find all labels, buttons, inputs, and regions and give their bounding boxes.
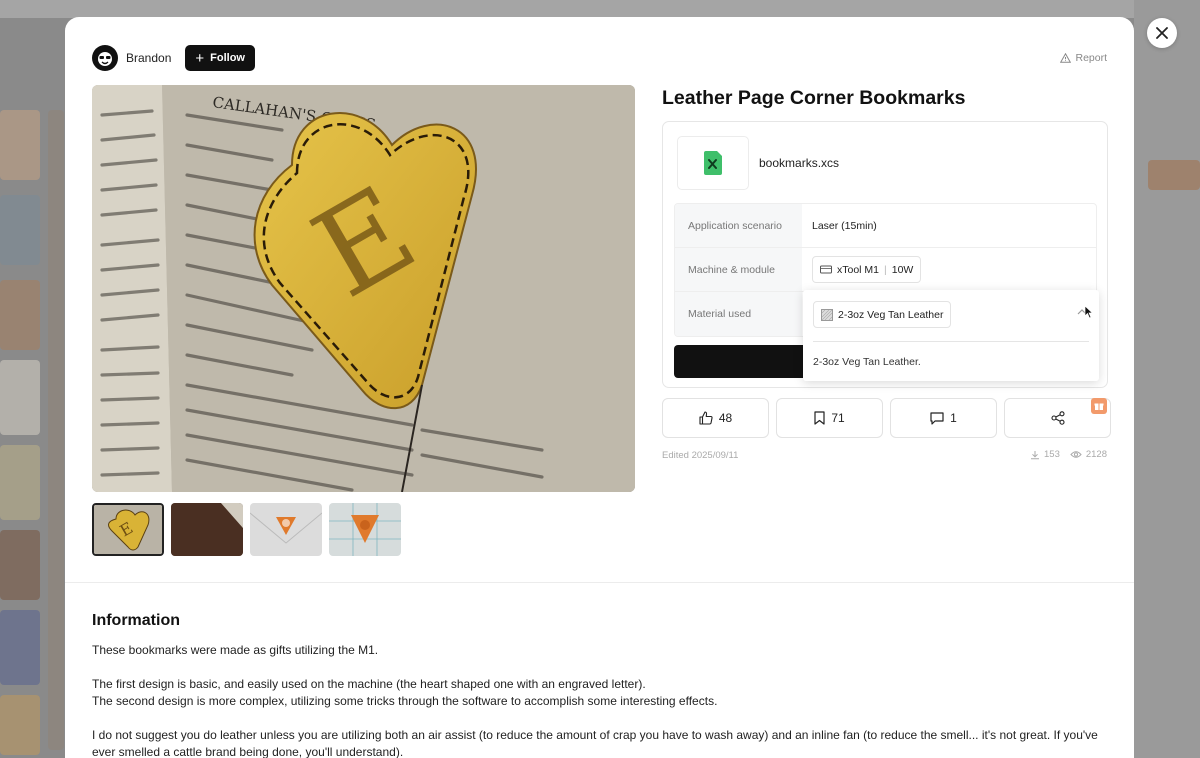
background-tile bbox=[0, 445, 40, 520]
information-heading: Information bbox=[92, 612, 180, 629]
view-stat: 2128 bbox=[1070, 449, 1107, 460]
spec-row-machine: Machine & module xTool M1 | 10W bbox=[675, 248, 1096, 292]
background-tile bbox=[0, 360, 40, 435]
xcs-file-icon bbox=[704, 151, 722, 175]
thumbnail-image: E bbox=[94, 505, 162, 554]
material-swatch-icon bbox=[821, 308, 833, 321]
background-tile bbox=[48, 110, 64, 750]
eye-icon bbox=[1070, 451, 1082, 458]
project-title: Leather Page Corner Bookmarks bbox=[662, 87, 966, 109]
file-name: bookmarks.xcs bbox=[759, 156, 840, 170]
background-tile bbox=[0, 695, 40, 755]
bookmark-button[interactable]: 71 bbox=[776, 398, 883, 438]
download-stat: 153 bbox=[1030, 449, 1060, 460]
background-tile bbox=[0, 530, 40, 600]
comment-count: 1 bbox=[950, 411, 957, 425]
gift-icon[interactable] bbox=[1091, 398, 1107, 414]
mouse-cursor-icon bbox=[1084, 305, 1094, 319]
image-thumbnails: E bbox=[92, 503, 401, 556]
thumbnail-image bbox=[171, 503, 243, 556]
thumbnail-image bbox=[329, 503, 401, 556]
spec-value: Laser (15min) bbox=[812, 219, 877, 232]
thumbnail-1[interactable]: E bbox=[92, 503, 164, 556]
download-icon bbox=[1031, 450, 1039, 459]
like-button[interactable]: 48 bbox=[662, 398, 769, 438]
thumbs-up-icon bbox=[699, 411, 713, 425]
chip-separator: | bbox=[884, 263, 887, 276]
comment-button[interactable]: 1 bbox=[890, 398, 997, 438]
follow-button[interactable]: + Follow bbox=[185, 45, 255, 71]
file-thumbnail bbox=[677, 136, 749, 190]
project-stats: 153 2128 bbox=[1030, 449, 1107, 460]
thumbnail-image bbox=[250, 503, 322, 556]
avatar-icon bbox=[94, 47, 116, 69]
main-project-image[interactable]: CALLAHAN'S CROSS E bbox=[92, 85, 635, 492]
background-tile bbox=[1148, 160, 1200, 190]
laser-machine-icon bbox=[820, 265, 832, 274]
background-tile bbox=[0, 280, 40, 350]
spec-label: Machine & module bbox=[675, 248, 802, 291]
share-icon bbox=[1050, 411, 1065, 425]
material-chip[interactable]: 2-3oz Veg Tan Leather bbox=[813, 301, 952, 328]
background-tile bbox=[0, 610, 40, 685]
like-count: 48 bbox=[718, 411, 733, 425]
report-button[interactable]: Report bbox=[1060, 52, 1107, 64]
material-name: 2-3oz Veg Tan Leather bbox=[838, 308, 944, 321]
author-bar: Brandon + Follow bbox=[92, 45, 255, 71]
information-body: These bookmarks were made as gifts utili… bbox=[92, 642, 1112, 758]
avatar[interactable] bbox=[92, 45, 118, 71]
plus-icon: + bbox=[195, 49, 205, 67]
thumbnail-3[interactable] bbox=[250, 503, 322, 556]
bookmark-count: 71 bbox=[831, 411, 845, 425]
bookmark-photo: CALLAHAN'S CROSS E bbox=[92, 85, 635, 492]
machine-name: xTool M1 bbox=[837, 263, 880, 276]
close-icon bbox=[1156, 27, 1168, 39]
background-header bbox=[0, 0, 1200, 18]
author-name[interactable]: Brandon bbox=[126, 51, 171, 65]
thumbnail-2[interactable] bbox=[171, 503, 243, 556]
close-button[interactable] bbox=[1147, 18, 1177, 48]
dropdown-divider bbox=[813, 341, 1089, 342]
warning-icon bbox=[1060, 53, 1072, 63]
material-description: 2-3oz Veg Tan Leather. bbox=[813, 356, 921, 368]
project-modal: Brandon + Follow Report CALLAHAN'S CROSS… bbox=[65, 17, 1134, 758]
download-count: 153 bbox=[1044, 449, 1060, 460]
comment-icon bbox=[930, 411, 944, 425]
background-tile bbox=[0, 195, 40, 265]
module-name: 10W bbox=[891, 263, 914, 276]
background-sidebar bbox=[1134, 0, 1200, 758]
file-row[interactable]: bookmarks.xcs bbox=[677, 136, 839, 190]
edited-date: Edited 2025/09/11 bbox=[662, 450, 739, 461]
spec-label: Application scenario bbox=[675, 204, 802, 247]
spec-label: Material used bbox=[675, 292, 802, 336]
section-divider bbox=[65, 582, 1134, 583]
info-paragraph: The second design is more complex, utili… bbox=[92, 694, 718, 708]
info-paragraph: The first design is basic, and easily us… bbox=[92, 677, 646, 691]
material-dropdown[interactable]: 2-3oz Veg Tan Leather 2-3oz Veg Tan Leat… bbox=[803, 290, 1099, 381]
follow-label: Follow bbox=[210, 52, 245, 64]
view-count: 2128 bbox=[1085, 449, 1107, 460]
thumbnail-4[interactable] bbox=[329, 503, 401, 556]
spec-row-application: Application scenario Laser (15min) bbox=[675, 204, 1096, 248]
report-label: Report bbox=[1075, 52, 1107, 64]
info-paragraph: These bookmarks were made as gifts utili… bbox=[92, 643, 379, 657]
bookmark-icon bbox=[814, 411, 825, 425]
spec-value: xTool M1 | 10W bbox=[802, 248, 1096, 291]
background-tile bbox=[0, 110, 40, 180]
info-paragraph: I do not suggest you do leather unless y… bbox=[92, 728, 1098, 758]
action-bar: 48 71 1 bbox=[662, 398, 1111, 438]
machine-chip[interactable]: xTool M1 | 10W bbox=[812, 256, 922, 283]
